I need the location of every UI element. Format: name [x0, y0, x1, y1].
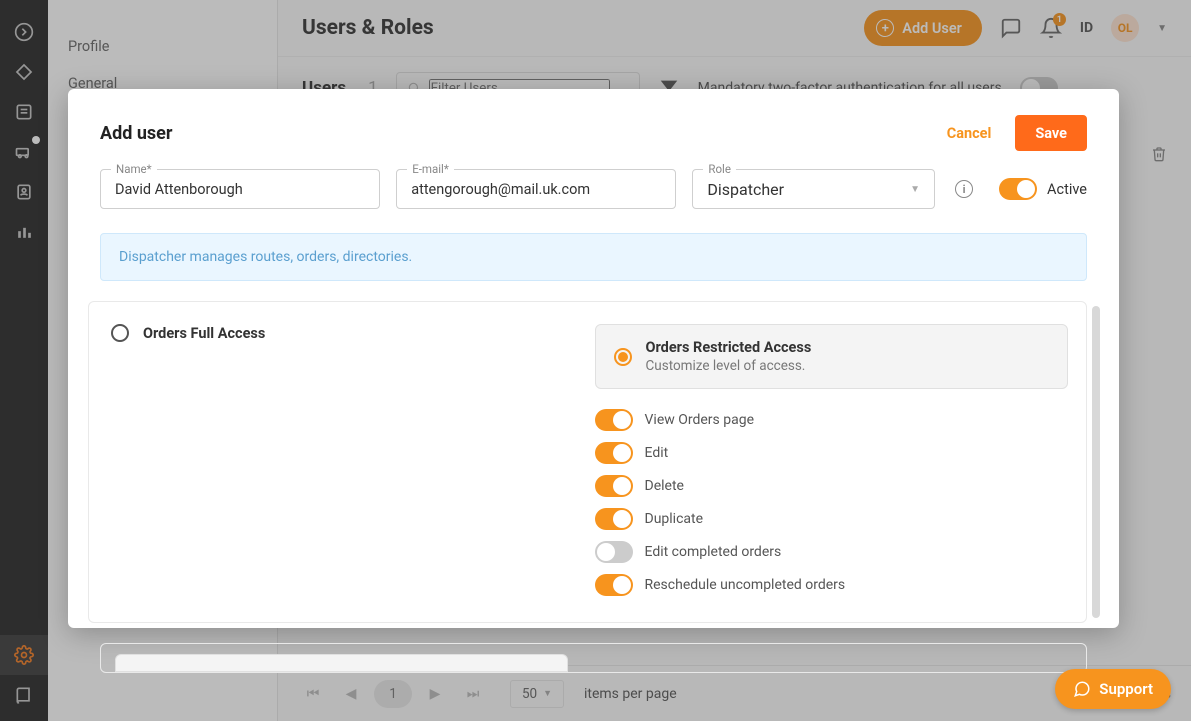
role-value: Dispatcher: [707, 180, 784, 199]
support-button[interactable]: Support: [1055, 669, 1171, 709]
permissions-list: View Orders page Edit Delete Duplicate Edit …: [595, 409, 1069, 596]
permission-toggle[interactable]: [595, 574, 633, 596]
email-field[interactable]: [411, 181, 661, 198]
permission-row: Reschedule uncompleted orders: [595, 574, 1069, 596]
permission-toggle[interactable]: [595, 409, 633, 431]
email-label: E-mail*: [407, 162, 454, 176]
active-label: Active: [1047, 181, 1087, 198]
email-field-wrapper: E-mail*: [396, 169, 676, 209]
modal-title: Add user: [100, 123, 172, 144]
orders-restricted-title: Orders Restricted Access: [646, 339, 812, 356]
permission-label: Duplicate: [645, 511, 704, 527]
permission-toggle[interactable]: [595, 508, 633, 530]
permission-label: View Orders page: [645, 412, 755, 428]
panel-partial: [115, 654, 568, 672]
role-label: Role: [703, 162, 736, 176]
role-info-icon[interactable]: i: [955, 180, 973, 198]
next-permissions-panel: [100, 643, 1087, 673]
name-field-wrapper: Name*: [100, 169, 380, 209]
save-button[interactable]: Save: [1015, 115, 1087, 151]
orders-permissions-panel: Orders Full Access Orders Restricted Acc…: [88, 301, 1087, 623]
permission-row: Duplicate: [595, 508, 1069, 530]
orders-full-access-label: Orders Full Access: [143, 325, 265, 342]
support-label: Support: [1099, 680, 1153, 698]
permission-row: Edit completed orders: [595, 541, 1069, 563]
add-user-modal: Add user Cancel Save Name* E-mail* Role …: [68, 89, 1119, 628]
radio-checked-icon: [614, 348, 632, 366]
permission-row: View Orders page: [595, 409, 1069, 431]
chevron-down-icon: ▼: [910, 184, 920, 195]
permission-toggle[interactable]: [595, 475, 633, 497]
cancel-button[interactable]: Cancel: [947, 125, 992, 142]
permission-toggle[interactable]: [595, 442, 633, 464]
permission-toggle[interactable]: [595, 541, 633, 563]
name-field[interactable]: [115, 181, 365, 198]
permission-label: Delete: [645, 478, 684, 494]
permission-row: Edit: [595, 442, 1069, 464]
permission-row: Delete: [595, 475, 1069, 497]
orders-restricted-access-radio[interactable]: Orders Restricted Access Customize level…: [595, 324, 1069, 389]
chat-icon: [1073, 680, 1091, 698]
orders-full-access-radio[interactable]: Orders Full Access: [111, 324, 581, 342]
role-select[interactable]: Role Dispatcher ▼: [692, 169, 935, 209]
active-toggle[interactable]: [999, 178, 1037, 200]
modal-scrollbar[interactable]: [1092, 306, 1100, 618]
permission-label: Reschedule uncompleted orders: [645, 577, 846, 593]
orders-restricted-sub: Customize level of access.: [646, 358, 812, 374]
name-label: Name*: [111, 162, 157, 176]
permission-label: Edit: [645, 445, 669, 461]
role-description: Dispatcher manages routes, orders, direc…: [100, 233, 1087, 281]
permission-label: Edit completed orders: [645, 544, 782, 560]
radio-unchecked-icon: [111, 324, 129, 342]
